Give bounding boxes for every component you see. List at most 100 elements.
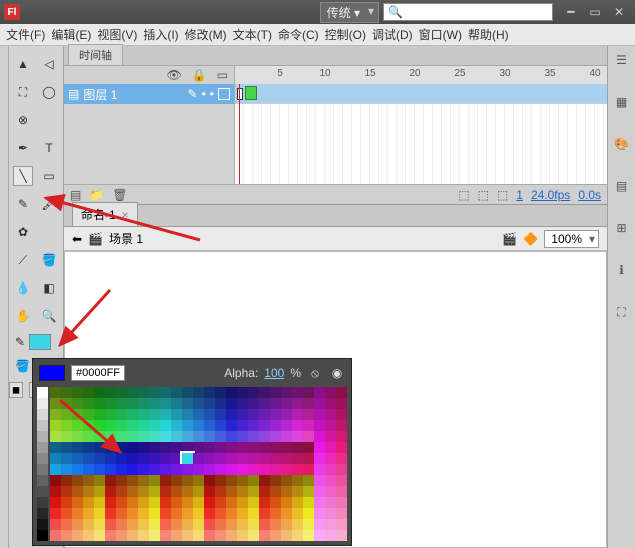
color-swatch-cell[interactable] <box>292 475 303 486</box>
color-swatch-cell[interactable] <box>215 409 226 420</box>
color-swatch-cell[interactable] <box>303 508 314 519</box>
color-swatch-cell[interactable] <box>61 497 72 508</box>
black-white-button[interactable]: ◼ <box>9 382 23 398</box>
color-swatch-cell[interactable] <box>325 431 336 442</box>
color-swatch-cell[interactable] <box>204 431 215 442</box>
color-swatch-cell[interactable] <box>281 464 292 475</box>
gray-swatch[interactable] <box>37 398 48 409</box>
color-swatch-cell[interactable] <box>116 497 127 508</box>
grayscale-ramp[interactable] <box>37 387 48 541</box>
color-swatch-cell[interactable] <box>138 508 149 519</box>
edit-multiple-button[interactable]: ⬚ <box>497 188 508 202</box>
color-swatch-cell[interactable] <box>270 453 281 464</box>
color-wheel-icon[interactable]: ◉ <box>329 365 345 381</box>
color-swatch-cell[interactable] <box>171 464 182 475</box>
color-swatch-cell[interactable] <box>226 453 237 464</box>
color-swatch-cell[interactable] <box>226 442 237 453</box>
color-swatch-cell[interactable] <box>314 464 325 475</box>
color-swatch-cell[interactable] <box>237 497 248 508</box>
color-swatch-cell[interactable] <box>270 508 281 519</box>
color-swatch-cell[interactable] <box>138 475 149 486</box>
color-swatch-cell[interactable] <box>325 398 336 409</box>
color-swatch-cell[interactable] <box>193 486 204 497</box>
color-swatch-cell[interactable] <box>204 508 215 519</box>
color-swatch-cell[interactable] <box>248 398 259 409</box>
color-swatch-cell[interactable] <box>259 508 270 519</box>
library-panel-icon[interactable]: ▦ <box>612 92 632 112</box>
3d-rotation-tool[interactable]: ◯ <box>39 82 59 102</box>
color-swatch-cell[interactable] <box>204 464 215 475</box>
color-swatch-cell[interactable] <box>138 398 149 409</box>
properties-panel-icon[interactable]: ☰ <box>612 50 632 70</box>
workspace-selector[interactable]: 传统 ▾ <box>320 2 379 23</box>
color-swatch-cell[interactable] <box>138 486 149 497</box>
color-swatch-cell[interactable] <box>281 398 292 409</box>
selection-tool[interactable]: ▲ <box>13 54 33 74</box>
layer-row-1[interactable]: ▤ 图层 1 ✎ • • <box>64 84 234 104</box>
color-swatch-cell[interactable] <box>61 420 72 431</box>
color-swatch-cell[interactable] <box>248 409 259 420</box>
color-swatch-cell[interactable] <box>105 398 116 409</box>
color-swatch-cell[interactable] <box>204 387 215 398</box>
color-swatch-cell[interactable] <box>336 453 347 464</box>
collapsed-panel-strip[interactable] <box>0 46 9 548</box>
color-swatch-cell[interactable] <box>149 398 160 409</box>
color-swatch-cell[interactable] <box>215 497 226 508</box>
color-swatch-cell[interactable] <box>127 464 138 475</box>
gray-swatch[interactable] <box>37 530 48 541</box>
color-swatch-cell[interactable] <box>127 497 138 508</box>
color-swatch-cell[interactable] <box>204 442 215 453</box>
color-swatch-cell[interactable] <box>226 420 237 431</box>
color-swatch-cell[interactable] <box>94 519 105 530</box>
color-swatch-cell[interactable] <box>270 475 281 486</box>
color-swatch-cell[interactable] <box>303 420 314 431</box>
color-swatch-cell[interactable] <box>83 453 94 464</box>
color-swatch-grid[interactable] <box>50 387 347 541</box>
color-swatch-cell[interactable] <box>270 464 281 475</box>
color-swatch-cell[interactable] <box>204 497 215 508</box>
document-tab-1[interactable]: 命名-1 × <box>72 202 138 226</box>
color-swatch-cell[interactable] <box>50 387 61 398</box>
color-swatch-cell[interactable] <box>336 387 347 398</box>
color-swatch-cell[interactable] <box>259 409 270 420</box>
color-swatch-cell[interactable] <box>215 387 226 398</box>
color-swatch-cell[interactable] <box>72 453 83 464</box>
color-swatch-cell[interactable] <box>193 464 204 475</box>
color-swatch-cell[interactable] <box>116 475 127 486</box>
color-swatch-cell[interactable] <box>292 431 303 442</box>
color-swatch-cell[interactable] <box>72 398 83 409</box>
color-swatch-cell[interactable] <box>138 519 149 530</box>
color-swatch-cell[interactable] <box>325 409 336 420</box>
color-swatch-cell[interactable] <box>83 486 94 497</box>
color-swatch-cell[interactable] <box>50 464 61 475</box>
gray-swatch[interactable] <box>37 431 48 442</box>
color-swatch-cell[interactable] <box>171 431 182 442</box>
transform-panel-icon[interactable]: ⛶ <box>612 302 632 322</box>
color-swatch-cell[interactable] <box>336 409 347 420</box>
color-swatch-cell[interactable] <box>204 420 215 431</box>
color-swatch-cell[interactable] <box>127 475 138 486</box>
color-panel-icon[interactable]: 🎨 <box>612 134 632 154</box>
color-swatch-cell[interactable] <box>171 486 182 497</box>
color-swatch-cell[interactable] <box>281 530 292 541</box>
minimize-button[interactable]: ━ <box>559 3 583 21</box>
color-swatch-cell[interactable] <box>61 486 72 497</box>
color-swatch-cell[interactable] <box>94 486 105 497</box>
color-swatch-cell[interactable] <box>314 497 325 508</box>
color-swatch-cell[interactable] <box>182 486 193 497</box>
color-swatch-cell[interactable] <box>281 431 292 442</box>
color-swatch-cell[interactable] <box>160 387 171 398</box>
color-swatch-cell[interactable] <box>61 475 72 486</box>
color-swatch-cell[interactable] <box>292 530 303 541</box>
color-swatch-cell[interactable] <box>182 519 193 530</box>
color-swatch-cell[interactable] <box>336 475 347 486</box>
zoom-selector[interactable]: 100% <box>544 230 599 248</box>
color-swatch-cell[interactable] <box>72 431 83 442</box>
color-swatch-cell[interactable] <box>325 420 336 431</box>
color-swatch-cell[interactable] <box>325 387 336 398</box>
color-swatch-cell[interactable] <box>116 387 127 398</box>
color-swatch-cell[interactable] <box>259 486 270 497</box>
color-swatch-cell[interactable] <box>127 387 138 398</box>
color-swatch-cell[interactable] <box>281 508 292 519</box>
color-swatch-cell[interactable] <box>270 519 281 530</box>
